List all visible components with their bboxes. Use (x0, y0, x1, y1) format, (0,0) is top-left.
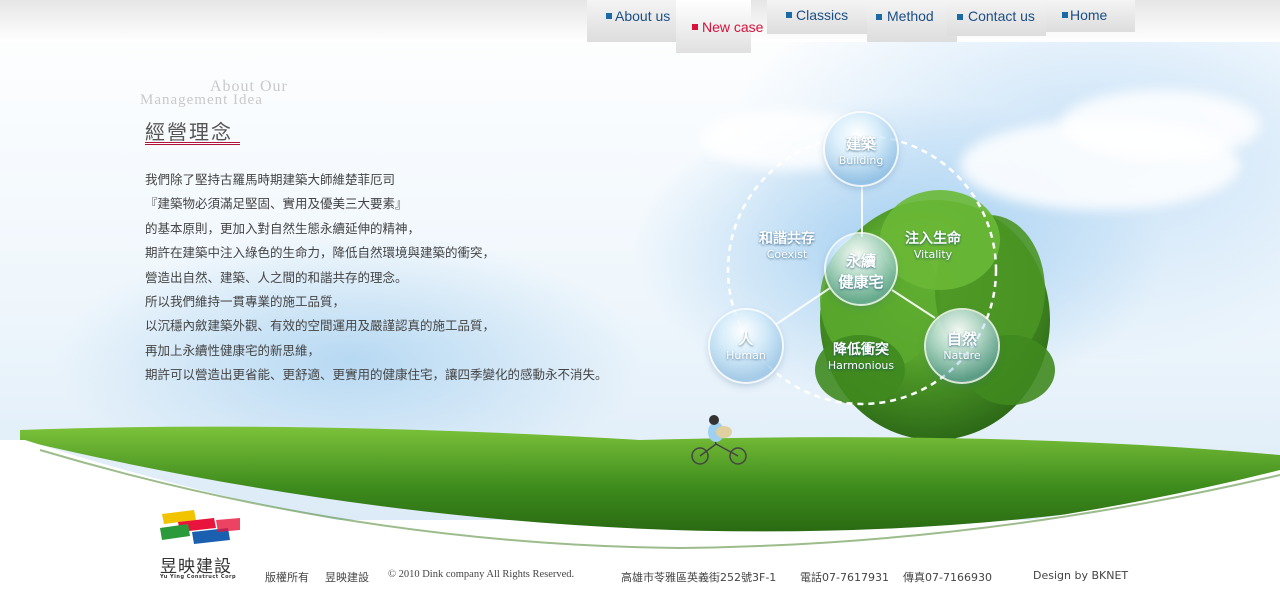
node-nature[interactable]: 自然 Nature (926, 310, 998, 382)
label-harmonious-zh: 降低衝突 (833, 342, 889, 358)
footer-phone: 電話07-7617931 (800, 571, 889, 584)
label-coexist: 和諧共存 Coexist (752, 228, 822, 261)
node-human-zh: 人 (738, 330, 754, 348)
node-building-zh: 建築 (845, 135, 876, 153)
center-line2: 健康宅 (838, 273, 884, 291)
node-nature-en: Nature (943, 349, 981, 362)
logo-name-en: Yu Ying Construct Corp (160, 574, 237, 580)
node-human-en: Human (726, 349, 766, 362)
node-human[interactable]: 人 Human (710, 310, 782, 382)
label-harmonious: 降低衝突 Harmonious (824, 339, 898, 372)
footer-copyright-zh: 版權所有 (265, 571, 309, 584)
label-vitality-en: Vitality (913, 248, 953, 261)
logo-icon (160, 510, 240, 544)
label-harmonious-en: Harmonious (827, 359, 895, 372)
label-coexist-en: Coexist (766, 248, 808, 261)
center-line1: 永續 (845, 252, 876, 270)
node-building-en: Building (838, 154, 884, 167)
node-building[interactable]: 建築 Building (825, 113, 897, 185)
label-vitality: 注入生命 Vitality (897, 228, 969, 261)
footer-design-credit[interactable]: Design by BKNET (1033, 569, 1128, 582)
scenery-illustration (0, 134, 1280, 590)
label-coexist-zh: 和諧共存 (759, 231, 815, 247)
footer-copyright-en: © 2010 Dink company All Rights Reserved. (388, 569, 575, 580)
footer-fax: 傳真07-7166930 (903, 571, 992, 584)
footer-company: 昱映建設 (325, 571, 369, 584)
node-nature-zh: 自然 (946, 330, 977, 348)
label-vitality-zh: 注入生命 (905, 231, 961, 247)
node-center[interactable]: 永續 健康宅 (826, 234, 896, 304)
footer-address: 高雄市苓雅區英義街252號3F-1 (621, 571, 777, 584)
